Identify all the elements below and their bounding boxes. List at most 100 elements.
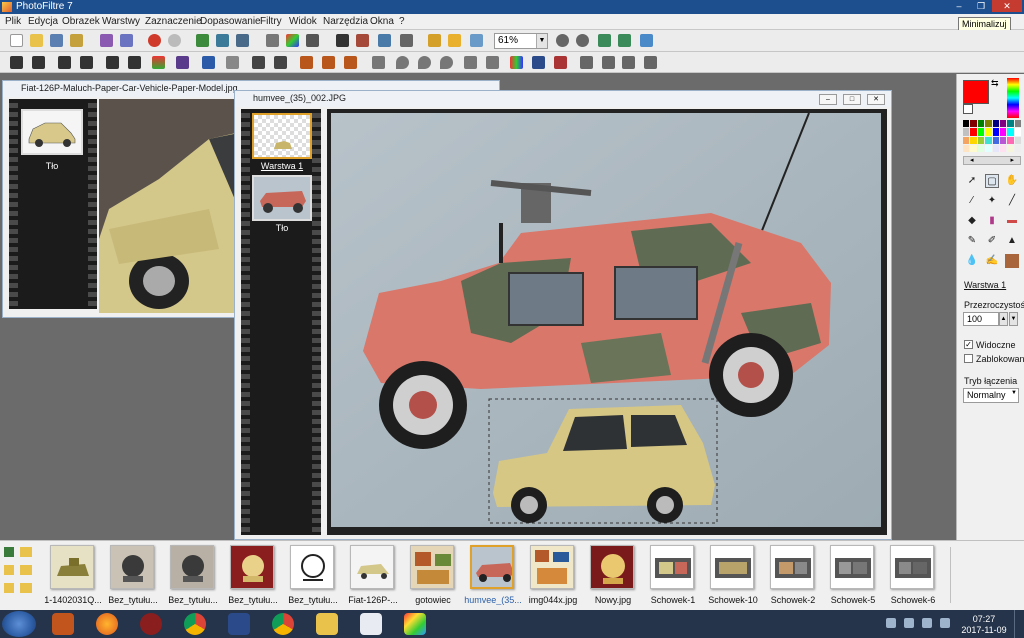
grid-icon[interactable] <box>344 56 357 69</box>
arrow-down-icon[interactable] <box>10 56 23 69</box>
crop-icon[interactable] <box>378 34 391 47</box>
spray-tool-icon[interactable]: ▮ <box>985 214 999 228</box>
blend-mode-select[interactable]: Normalny ▼ <box>963 388 1019 403</box>
image-thumbnail-item[interactable]: gotowiec <box>404 545 462 609</box>
zoom-select[interactable]: 61% ▼ <box>494 33 548 49</box>
minimize-button[interactable]: – <box>948 0 970 12</box>
opacity-stepper-down[interactable]: ▼ <box>1009 312 1018 326</box>
menu-plik[interactable]: Plik <box>5 16 21 27</box>
selection-tool-icon[interactable]: ▢ <box>985 174 999 188</box>
transparency-icon[interactable] <box>306 34 319 47</box>
palette-next-icon[interactable]: ▸ <box>1010 156 1014 164</box>
image-thumbnail-item[interactable]: Nowy.jpg <box>584 545 642 609</box>
undo-icon[interactable] <box>148 34 161 47</box>
image-thumbnail-item[interactable]: Schowek-5 <box>824 545 882 609</box>
hue-icon[interactable] <box>176 56 189 69</box>
app-stack-icon[interactable] <box>228 613 250 635</box>
start-button[interactable] <box>2 611 36 637</box>
layer-name-tlo[interactable]: Tło <box>19 161 85 171</box>
mask-icon[interactable] <box>266 34 279 47</box>
system-clock[interactable]: 07:27 2017-11-09 <box>960 614 1008 636</box>
clone-tool-icon[interactable] <box>1005 254 1019 268</box>
app-eye-icon[interactable] <box>52 613 74 635</box>
document-close-button[interactable]: ✕ <box>867 94 885 105</box>
zoom-in-icon[interactable] <box>556 34 569 47</box>
droplet-icon[interactable] <box>440 56 453 69</box>
tray-volume-icon[interactable] <box>940 618 950 628</box>
sharpen-icon[interactable] <box>464 56 477 69</box>
layer-name-tlo[interactable]: Tło <box>249 223 315 233</box>
rgb-icon[interactable] <box>510 56 523 69</box>
background-color-swatch[interactable] <box>963 104 973 114</box>
zoom-out-icon[interactable] <box>576 34 589 47</box>
flip-vertical-icon[interactable] <box>602 56 615 69</box>
blur-icon[interactable] <box>486 56 499 69</box>
smudge-tool-icon[interactable]: ✍ <box>985 254 999 268</box>
firefox-icon[interactable] <box>96 613 118 635</box>
folder-icon[interactable] <box>20 565 32 575</box>
chevron-down-icon[interactable]: ▼ <box>1011 390 1017 396</box>
arrow-down-icon[interactable] <box>58 56 71 69</box>
image-thumbnail-item[interactable]: Schowek-10 <box>704 545 762 609</box>
filter-icon[interactable] <box>372 56 385 69</box>
image-thumbnail-item[interactable]: Schowek-1 <box>644 545 702 609</box>
folder-icon[interactable] <box>20 547 32 557</box>
save-as-icon[interactable] <box>70 34 83 47</box>
layer-thumbnail-warstwa[interactable] <box>252 113 312 159</box>
menu-warstwy[interactable]: Warstwy <box>102 16 140 27</box>
save-icon[interactable] <box>50 34 63 47</box>
app-disc-icon[interactable] <box>140 613 162 635</box>
grid-icon[interactable] <box>322 56 335 69</box>
stamp-tool-icon[interactable]: ▲ <box>1005 234 1019 248</box>
brightness-icon[interactable] <box>252 56 265 69</box>
maximize-button[interactable]: ❐ <box>970 0 992 12</box>
arrow-down-icon[interactable] <box>106 56 119 69</box>
notepad-icon[interactable] <box>360 613 382 635</box>
image-thumbnail-item[interactable]: Schowek-2 <box>764 545 822 609</box>
tray-arrow-icon[interactable] <box>886 618 896 628</box>
locked-checkbox[interactable] <box>964 354 973 363</box>
levels-icon[interactable] <box>202 56 215 69</box>
menu-edycja[interactable]: Edycja <box>28 16 58 27</box>
menu-filtry[interactable]: Filtry <box>260 16 282 27</box>
pointer-tool-icon[interactable]: ➚ <box>965 174 979 188</box>
image-canvas[interactable] <box>331 113 881 527</box>
sepia-icon[interactable] <box>554 56 567 69</box>
zoom-actual-icon[interactable] <box>618 34 631 47</box>
show-desktop-button[interactable] <box>1014 610 1024 638</box>
fill-bucket-tool-icon[interactable]: ◆ <box>965 214 979 228</box>
folder-icon[interactable] <box>20 583 32 593</box>
grid-icon[interactable] <box>300 56 313 69</box>
visible-checkbox[interactable]: ✓ <box>964 340 973 349</box>
menu-zaznaczenie[interactable]: Zaznaczenie <box>145 16 202 27</box>
opacity-stepper-up[interactable]: ▲ <box>999 312 1008 326</box>
eraser-tool-icon[interactable]: ▬ <box>1005 214 1019 228</box>
image-thumbnail-item[interactable]: Bez_tytułu... <box>164 545 222 609</box>
menu-widok[interactable]: Widok <box>289 16 317 27</box>
line-tool-icon[interactable]: ╱ <box>1005 194 1019 208</box>
eyedropper-tool-icon[interactable]: ⁄ <box>965 194 979 208</box>
magic-wand-tool-icon[interactable]: ✦ <box>985 194 999 208</box>
palette-prev-icon[interactable]: ◂ <box>970 156 974 164</box>
redo-icon[interactable] <box>168 34 181 47</box>
explorer-folder-icon[interactable] <box>316 613 338 635</box>
rotate-left-icon[interactable] <box>622 56 635 69</box>
droplet-icon[interactable] <box>396 56 409 69</box>
photofiltre-taskbar-icon[interactable] <box>404 613 426 635</box>
foreground-color-swatch[interactable] <box>963 80 989 104</box>
palette-nav[interactable]: ◂ ▸ <box>963 156 1021 165</box>
layer-name-warstwa-1[interactable]: Warstwa 1 <box>249 161 315 171</box>
chevron-down-icon[interactable]: ▼ <box>536 34 547 48</box>
menu-help[interactable]: ? <box>399 16 405 27</box>
paste-icon[interactable] <box>216 34 229 47</box>
arrow-down-icon[interactable] <box>80 56 93 69</box>
rotate-right-icon[interactable] <box>644 56 657 69</box>
new-file-icon[interactable] <box>10 34 23 47</box>
document-maximize-button[interactable]: □ <box>843 94 861 105</box>
image-size-icon[interactable] <box>336 34 349 47</box>
hand-tool-icon[interactable]: ✋ <box>1005 174 1019 188</box>
frame-icon[interactable] <box>428 34 441 47</box>
paste-new-icon[interactable] <box>236 34 249 47</box>
image-thumbnail-item[interactable]: img044x.jpg <box>524 545 582 609</box>
arrow-down-icon[interactable] <box>32 56 45 69</box>
